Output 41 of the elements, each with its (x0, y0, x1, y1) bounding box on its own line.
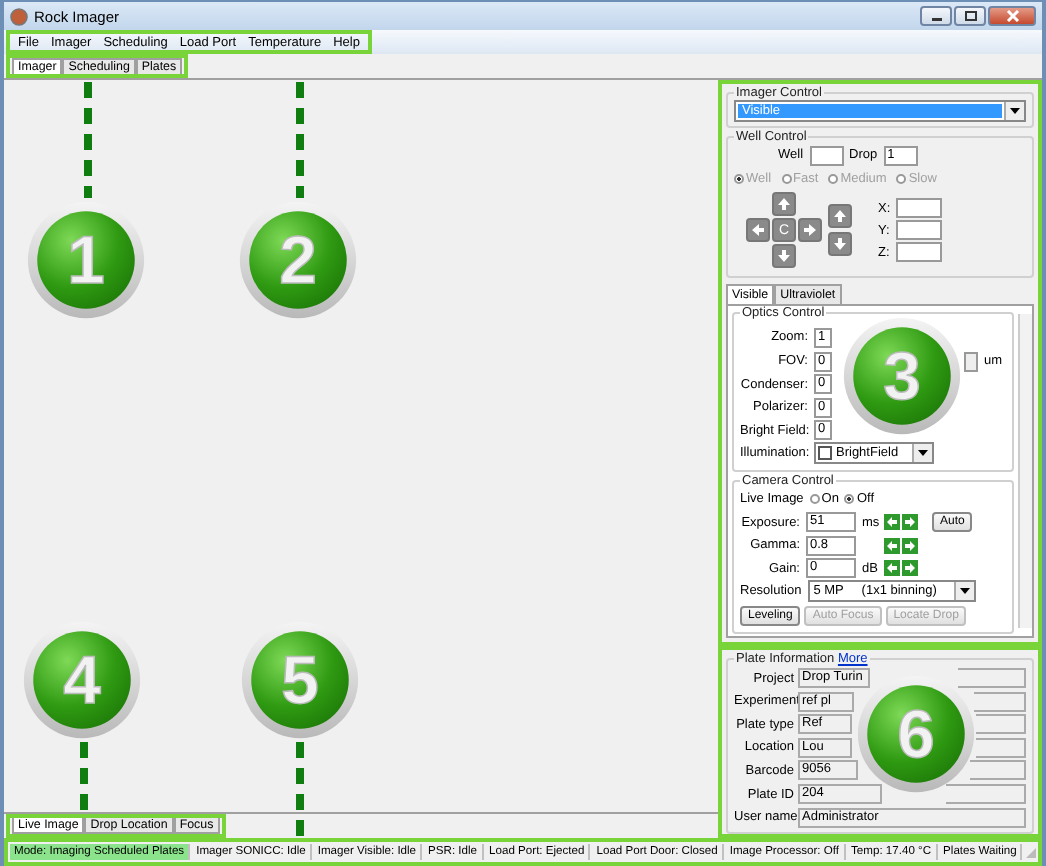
left-arrow-icon (750, 222, 766, 239)
caret-icon (959, 588, 970, 595)
up-arrow-icon (776, 196, 792, 213)
down-arrow-icon (776, 248, 792, 265)
coordinate-field[interactable] (895, 242, 942, 263)
coordinate-field[interactable] (895, 220, 942, 241)
right-arrow-button[interactable] (902, 514, 918, 531)
spinner-button[interactable] (964, 351, 978, 372)
scrollbar[interactable] (1018, 314, 1032, 628)
field-background (976, 714, 1027, 735)
left-arrow-button[interactable] (884, 514, 900, 531)
down-arrow-icon (832, 236, 848, 253)
minimize-button[interactable] (920, 6, 952, 26)
resize-grip-icon (1024, 845, 1039, 859)
checkbox[interactable] (818, 446, 832, 461)
maximize-button[interactable] (954, 6, 986, 26)
well-field[interactable] (809, 145, 844, 166)
down-arrow-button[interactable] (828, 232, 852, 257)
field-background (970, 760, 1027, 781)
down-arrow-button[interactable] (772, 244, 796, 269)
caret-icon (1010, 108, 1020, 114)
field-background (974, 691, 1027, 712)
app-icon (10, 7, 28, 25)
right-arrow-icon (802, 222, 818, 239)
field-background (976, 737, 1027, 758)
maximize-icon (963, 10, 977, 22)
left-arrow-button[interactable] (884, 537, 900, 554)
callout-badge: 3 (842, 316, 962, 436)
close-icon (1005, 10, 1019, 22)
right-arrow-button[interactable] (902, 537, 918, 554)
caret-icon (918, 450, 928, 457)
right-arrow-button[interactable] (798, 218, 822, 243)
up-arrow-button[interactable] (772, 192, 796, 217)
up-arrow-button[interactable] (828, 204, 852, 229)
coordinate-field[interactable] (896, 198, 943, 219)
close-button[interactable] (988, 6, 1036, 26)
right-arrow-button[interactable] (902, 560, 918, 577)
up-arrow-icon (832, 208, 848, 225)
left-arrow-button[interactable] (884, 560, 900, 577)
left-arrow-button[interactable] (746, 218, 770, 243)
field-background (958, 668, 1027, 689)
